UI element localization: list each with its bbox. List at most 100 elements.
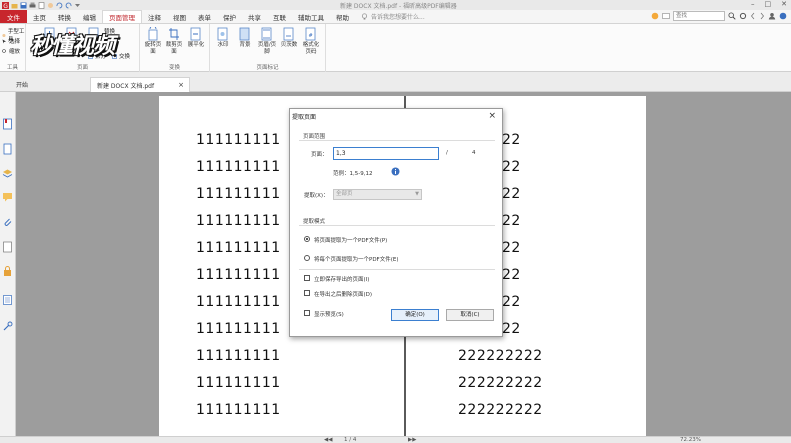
tab-help[interactable]: 帮助 <box>330 10 355 23</box>
page-text-line: 111111111 <box>196 267 281 283</box>
tab-form[interactable]: 表单 <box>192 10 217 23</box>
next-page-icon[interactable]: ▶▶ <box>408 437 416 443</box>
tab-page-management[interactable]: 页面管理 <box>102 10 142 23</box>
ok-button[interactable]: 确定(O) <box>391 309 439 321</box>
mode-single-label[interactable]: 将页面提取为一个PDF文件(P) <box>314 236 387 244</box>
page-indicator[interactable]: 1 / 4 <box>344 437 356 443</box>
gear-icon[interactable] <box>739 12 747 20</box>
page-text-line: 22 <box>502 240 521 256</box>
mode-each-radio[interactable] <box>304 255 310 261</box>
tab-protect[interactable]: 保护 <box>217 10 242 23</box>
content-icon[interactable] <box>2 294 13 306</box>
print-icon[interactable] <box>29 2 36 9</box>
chevron-left-icon[interactable] <box>750 12 756 20</box>
zoom-level[interactable]: 72.23% <box>680 437 701 443</box>
page-text-line: 111111111 <box>196 213 281 229</box>
mode-each-label[interactable]: 将每个页面提取为一个PDF文件(E) <box>314 255 398 263</box>
extract-mode-divider <box>299 225 495 226</box>
page-text-line: 22 <box>502 294 521 310</box>
tell-me-placeholder: 告诉我您想要什么... <box>371 14 425 21</box>
cancel-button[interactable]: 取消(C) <box>446 309 494 321</box>
tab-comment[interactable]: 注释 <box>142 10 167 23</box>
close-window-button[interactable]: ✕ <box>781 0 787 8</box>
extract-mode-section-label: 提取模式 <box>303 219 326 225</box>
bates-button[interactable]: 贝茨数 <box>279 27 299 49</box>
find-options-icon[interactable] <box>662 12 670 20</box>
lightbulb-icon <box>361 13 368 20</box>
mode-single-radio[interactable] <box>304 236 310 242</box>
page-text-line: 222222222 <box>458 402 543 418</box>
window-controls: – □ ✕ <box>751 0 787 8</box>
select-tool[interactable]: 选择 <box>2 37 20 45</box>
delete-after-label[interactable]: 在导出之后删除页面(D) <box>314 290 372 298</box>
info-icon[interactable] <box>391 167 400 176</box>
transform-group-label: 变换 <box>168 65 180 71</box>
first-page-icon[interactable]: ◀◀ <box>324 437 332 443</box>
rotate-page-button[interactable]: 旋转页面 <box>143 27 163 56</box>
attachment-icon[interactable] <box>2 216 13 228</box>
video-watermark: 秒懂视频 <box>30 34 115 59</box>
menu-bar: 文件 主页 转换 编辑 页面管理 注释 视图 表单 保护 共享 互联 辅助工具 … <box>0 10 791 24</box>
crop-page-button[interactable]: 裁剪页面 <box>164 27 184 56</box>
layers-icon[interactable] <box>2 167 13 179</box>
lock-icon[interactable] <box>2 265 13 277</box>
zoom-tool-label: 缩放 <box>9 49 21 55</box>
search-input[interactable] <box>673 11 725 21</box>
save-icon[interactable] <box>20 2 27 9</box>
pages-input[interactable] <box>333 147 439 160</box>
redo-icon[interactable] <box>65 2 72 9</box>
tab-view[interactable]: 视图 <box>167 10 192 23</box>
page-text-line: 222222222 <box>458 348 543 364</box>
tools-icon[interactable] <box>2 320 13 332</box>
tab-edit[interactable]: 编辑 <box>77 10 102 23</box>
tab-start[interactable]: 开始 <box>10 77 90 92</box>
undo-icon[interactable] <box>56 2 63 9</box>
header-footer-button[interactable]: 页眉/页脚 <box>257 27 277 56</box>
open-icon[interactable] <box>11 2 18 9</box>
search-icon[interactable] <box>728 12 736 20</box>
user-icon[interactable] <box>768 12 776 20</box>
chevron-right-icon[interactable] <box>759 12 765 20</box>
tab-document[interactable]: 新建 DOCX 文档.pdf × <box>90 77 190 92</box>
page-thumbnail-icon[interactable] <box>2 143 13 155</box>
skin-icon[interactable] <box>651 12 659 20</box>
format-page-number-button[interactable]: # 格式化页码 <box>301 27 321 56</box>
tab-file[interactable]: 文件 <box>0 10 27 23</box>
hand-icon[interactable] <box>47 2 54 9</box>
tab-accessibility[interactable]: 辅助工具 <box>292 10 330 23</box>
delete-after-checkbox[interactable] <box>304 290 310 296</box>
close-tab-icon[interactable]: × <box>178 81 184 89</box>
tab-home[interactable]: 主页 <box>27 10 52 23</box>
help-icon[interactable] <box>779 12 787 20</box>
watermark-button[interactable]: 水印 <box>213 27 233 49</box>
customize-icon[interactable] <box>74 2 81 9</box>
flatten-button[interactable]: 展平化 <box>186 27 206 49</box>
bookmark-icon[interactable] <box>2 118 13 130</box>
save-now-label[interactable]: 立即保存导出的页面(I) <box>314 275 369 283</box>
minimize-button[interactable]: – <box>751 0 755 8</box>
new-icon[interactable] <box>38 1 45 9</box>
tab-connect[interactable]: 互联 <box>267 10 292 23</box>
maximize-button[interactable]: □ <box>765 0 772 8</box>
show-preview-checkbox[interactable] <box>304 310 310 316</box>
background-button[interactable]: 背景 <box>235 27 255 49</box>
save-now-checkbox[interactable] <box>304 275 310 281</box>
tell-me-search[interactable]: 告诉我您想要什么... <box>355 10 425 23</box>
comment-icon[interactable] <box>2 191 13 203</box>
tab-share[interactable]: 共享 <box>242 10 267 23</box>
flatten-icon <box>190 27 201 41</box>
format-page-number-label: 格式化页码 <box>302 42 320 55</box>
extract-select[interactable]: 全部页 ▼ <box>333 189 422 200</box>
tools-group-label: 工具 <box>6 65 18 71</box>
page-text-line: 111111111 <box>196 348 281 364</box>
pages-separator: / <box>446 150 448 156</box>
zoom-tool[interactable]: 缩放 <box>2 47 20 55</box>
dialog-close-icon[interactable]: × <box>488 111 496 121</box>
tab-convert[interactable]: 转换 <box>52 10 77 23</box>
options-divider <box>299 269 495 270</box>
svg-text:G: G <box>3 3 8 9</box>
signature-icon[interactable] <box>2 241 13 253</box>
right-tools <box>651 11 787 21</box>
swap-page-button[interactable]: 交换 <box>112 52 130 60</box>
show-preview-label[interactable]: 显示预览(S) <box>314 310 344 318</box>
